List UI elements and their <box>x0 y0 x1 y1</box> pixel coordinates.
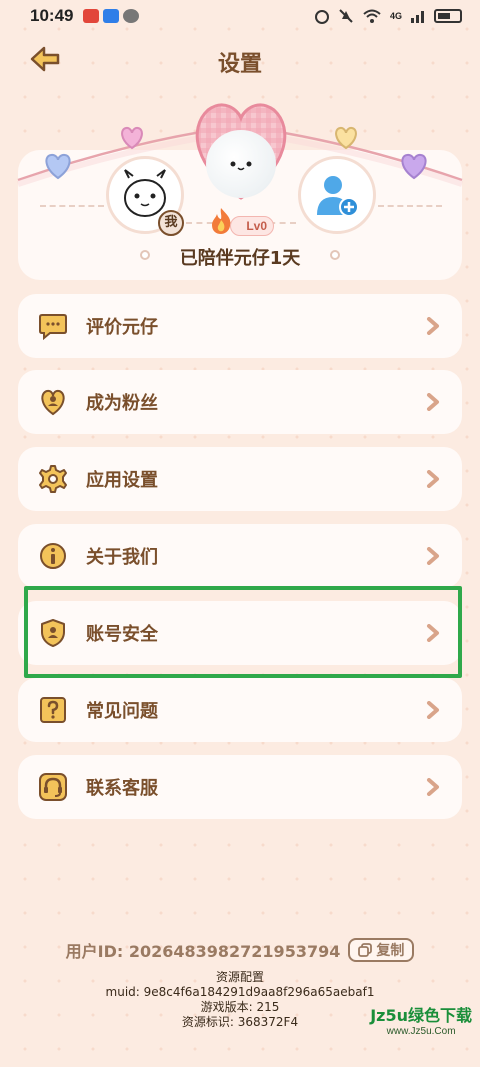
menu-item-about[interactable]: 关于我们 <box>18 524 462 588</box>
chevron-right-icon <box>427 547 439 565</box>
companion-days: 已陪伴元仔1天 <box>179 248 301 269</box>
level-badge: Lv0 <box>230 216 274 236</box>
menu-item-customer-service[interactable]: 联系客服 <box>18 755 462 819</box>
yellow-heart-icon <box>335 126 357 150</box>
muid-text: muid: 9e8c4f6a184291d9aa8f296a65aebaf1 <box>105 985 375 999</box>
shield-user-icon <box>36 616 70 650</box>
blue-heart-icon <box>45 153 71 180</box>
chevron-right-icon <box>427 317 439 335</box>
menu-item-faq[interactable]: 常见问题 <box>18 678 462 742</box>
menu-item-app-settings[interactable]: 应用设置 <box>18 447 462 511</box>
mascot-avatar[interactable] <box>206 130 276 198</box>
chevron-right-icon <box>427 393 439 411</box>
add-user-icon <box>317 176 359 217</box>
mute-icon <box>339 9 353 23</box>
menu-label: 常见问题 <box>86 701 158 722</box>
watermark-sub: www.Jz5u.Com <box>386 1026 456 1037</box>
watermark: Jz5u绿色下载 www.Jz5u.Com <box>370 1002 472 1037</box>
user-id-text: 用户ID: 2026483982721953794 <box>65 942 341 961</box>
add-partner-button[interactable] <box>298 156 376 234</box>
menu-label: 成为粉丝 <box>86 393 158 414</box>
chevron-right-icon <box>427 624 439 642</box>
menu-label: 应用设置 <box>86 470 158 491</box>
purple-heart-icon <box>401 153 427 180</box>
question-icon <box>36 693 70 727</box>
app-notification-icon <box>103 9 120 23</box>
signal-icon <box>411 11 424 23</box>
page-title: 设置 <box>217 52 262 77</box>
menu-label: 评价元仔 <box>86 317 158 338</box>
user-id-row: 用户ID: 2026483982721953794 复制 <box>0 938 480 962</box>
chevron-right-icon <box>427 701 439 719</box>
status-right: 4G <box>314 8 462 24</box>
menu-item-account-security[interactable]: 账号安全 <box>18 601 462 665</box>
copy-icon <box>358 943 373 957</box>
status-time: 10:49 <box>30 6 74 25</box>
menu-label: 关于我们 <box>86 547 158 568</box>
menu-item-fan[interactable]: 成为粉丝 <box>18 370 462 434</box>
copy-button[interactable]: 复制 <box>348 938 415 962</box>
pink-heart-icon <box>121 126 143 150</box>
battery-icon <box>434 9 462 23</box>
chevron-right-icon <box>427 778 439 796</box>
alarm-icon <box>314 10 329 24</box>
me-badge: 我 <box>158 210 184 236</box>
dashed-divider <box>378 205 442 207</box>
watermark-main: Jz5u绿色下载 <box>370 1006 472 1025</box>
network-type: 4G <box>389 11 402 21</box>
chat-bubble-icon <box>36 309 70 343</box>
resource-config: 资源配置 <box>215 970 264 984</box>
info-icon <box>36 539 70 573</box>
wifi-icon <box>363 9 381 23</box>
chevron-right-icon <box>427 470 439 488</box>
heart-user-icon <box>36 385 70 419</box>
app-notification-icon <box>83 9 100 23</box>
headset-icon <box>36 770 70 804</box>
dashed-divider <box>40 205 104 207</box>
copy-label: 复制 <box>376 943 405 959</box>
gear-icon <box>36 462 70 496</box>
menu-label: 联系客服 <box>86 778 158 799</box>
wechat-icon <box>123 9 140 23</box>
menu-label: 账号安全 <box>86 624 158 645</box>
status-bar: 10:49 4G <box>0 0 480 32</box>
menu-item-rate[interactable]: 评价元仔 <box>18 294 462 358</box>
mascot-face-icon <box>230 161 252 171</box>
